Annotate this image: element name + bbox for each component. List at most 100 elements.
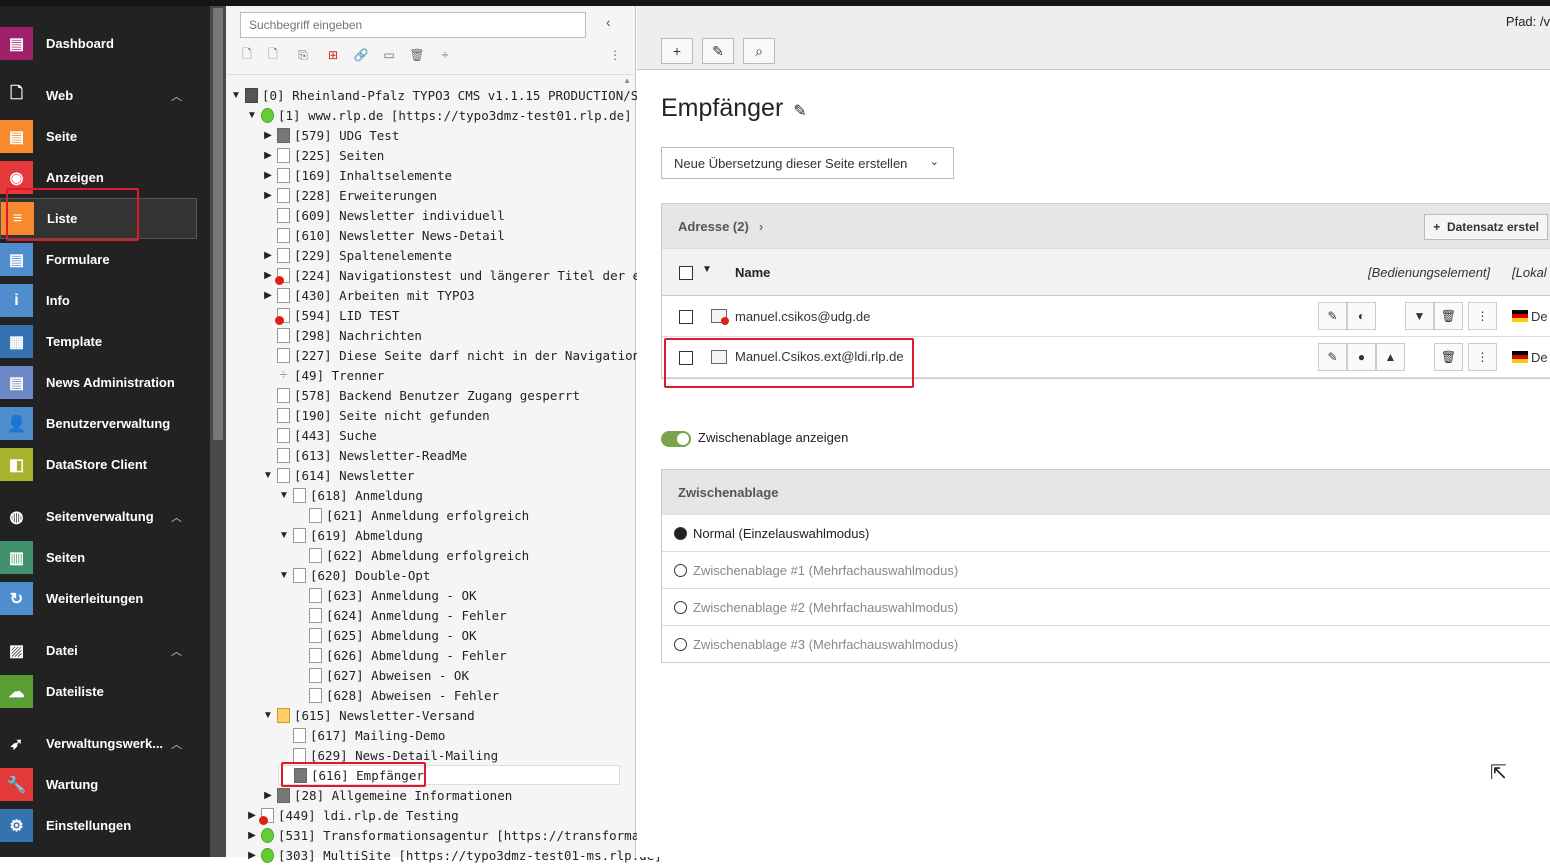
expanded-arrow-icon[interactable]: ▼ <box>262 470 274 481</box>
module-wartung[interactable]: 🔧 Wartung <box>0 764 210 805</box>
tree-node[interactable]: ▼ [620] Double-Opt <box>278 565 430 585</box>
tree-node[interactable]: ▶ [224] Navigationstest und längerer Tite… <box>262 265 693 285</box>
tree-scroll-up-icon[interactable]: ▲ <box>623 76 631 85</box>
toggle-visibility-icon[interactable]: ● <box>1347 343 1376 371</box>
clipboard-option[interactable]: Zwischenablage #2 (Mehrfachauswahlmodus) <box>662 588 1550 625</box>
move-up-icon[interactable]: ▲ <box>1376 343 1405 371</box>
expanded-arrow-icon[interactable]: ▼ <box>278 490 290 501</box>
radio-button[interactable] <box>674 600 687 614</box>
new-page-error-icon[interactable]: ⊞ <box>324 46 342 64</box>
trash-icon[interactable]: 🗑 <box>408 46 426 64</box>
collapsed-arrow-icon[interactable]: ▶ <box>262 270 274 281</box>
translation-select[interactable]: Neue Übersetzung dieser Seite erstellen ⌄ <box>661 147 954 179</box>
new-page-warning-icon[interactable]: 🗋 <box>264 46 282 64</box>
module-verwaltungswerk[interactable]: ➶ Verwaltungswerk... ︿ <box>0 723 210 764</box>
search-button[interactable]: ⌕ <box>743 38 775 64</box>
collapse-tree-icon[interactable]: ‹ <box>606 14 611 30</box>
tree-node[interactable]: ▶ [303] MultiSite [https://typo3dmz-test0… <box>246 845 662 865</box>
module-benutzerverwaltung[interactable]: 👤 Benutzerverwaltung <box>0 403 210 444</box>
pencil-icon[interactable]: ✎ <box>793 103 806 120</box>
radio-button[interactable] <box>674 526 687 540</box>
collapsed-arrow-icon[interactable]: ▶ <box>262 150 274 161</box>
folder-icon[interactable]: ▭ <box>380 46 398 64</box>
tree-search-input[interactable] <box>240 12 586 38</box>
column-name[interactable]: Name <box>735 265 770 280</box>
tree-node[interactable]: ▶ [225] Seiten <box>262 145 384 165</box>
clipboard-toggle[interactable] <box>661 431 691 447</box>
collapsed-arrow-icon[interactable]: ▶ <box>246 810 258 821</box>
module-datei[interactable]: ▨ Datei ︿ <box>0 630 210 671</box>
move-down-icon[interactable]: ▼ <box>1405 302 1434 330</box>
chevron-up-icon[interactable]: ︿ <box>171 509 182 525</box>
module-weiterleitungen[interactable]: ↻ Weiterleitungen <box>0 578 210 619</box>
tree-node[interactable]: ▶ [169] Inhaltselemente <box>262 165 452 185</box>
tree-node[interactable]: ÷ [49] Trenner <box>262 365 384 385</box>
module-news-administration[interactable]: ▤ News Administration <box>0 362 210 403</box>
tree-node[interactable]: ▼ [615] Newsletter-Versand <box>262 705 475 725</box>
add-button[interactable]: + <box>661 38 693 64</box>
module-seite[interactable]: ▤ Seite <box>0 116 210 157</box>
module-template[interactable]: ▦ Template <box>0 321 210 362</box>
clipboard-option[interactable]: Zwischenablage #3 (Mehrfachauswahlmodus) <box>662 625 1550 662</box>
clipboard-option[interactable]: Normal (Einzelauswahlmodus) <box>662 514 1550 551</box>
tree-node[interactable]: [190] Seite nicht gefunden <box>262 405 490 425</box>
collapsed-arrow-icon[interactable]: ▶ <box>246 850 258 861</box>
collapsed-arrow-icon[interactable]: ▶ <box>262 290 274 301</box>
collapsed-arrow-icon[interactable]: ▶ <box>262 170 274 181</box>
module-dateiliste[interactable]: ☁ Dateiliste <box>0 671 210 712</box>
more-actions-icon[interactable]: ⋮ <box>1468 343 1497 371</box>
divider-icon[interactable]: ÷ <box>436 46 454 64</box>
tree-node[interactable]: [626] Abmeldung - Fehler <box>294 645 507 665</box>
tree-node[interactable]: ▼ [0] Rheinland-Pfalz TYPO3 CMS v1.1.15 P… <box>230 85 653 105</box>
tree-node[interactable]: ▼ [614] Newsletter <box>262 465 414 485</box>
tree-node[interactable]: [623] Anmeldung - OK <box>294 585 477 605</box>
scrollbar-thumb[interactable] <box>213 8 223 440</box>
row-name[interactable]: manuel.csikos@udg.de <box>735 309 870 324</box>
more-actions-icon[interactable]: ⋮ <box>1468 302 1497 330</box>
tree-node[interactable]: [610] Newsletter News-Detail <box>262 225 505 245</box>
tree-node[interactable]: [622] Abmeldung erfolgreich <box>294 545 529 565</box>
edit-page-button[interactable]: ✎ <box>702 38 734 64</box>
tree-node[interactable]: [578] Backend Benutzer Zugang gesperrt <box>262 385 580 405</box>
tree-node[interactable]: ▶ [579] UDG Test <box>262 125 399 145</box>
expanded-arrow-icon[interactable]: ▼ <box>246 110 258 121</box>
tree-node[interactable]: [621] Anmeldung erfolgreich <box>294 505 529 525</box>
collapsed-arrow-icon[interactable]: ▶ <box>246 830 258 841</box>
tree-node[interactable]: ▶ [430] Arbeiten mit TYPO3 <box>262 285 475 305</box>
tree-node[interactable]: ▶ [28] Allgemeine Informationen <box>262 785 512 805</box>
tree-node[interactable]: ▼ [1] www.rlp.de [https://typo3dmz-test01… <box>246 105 632 125</box>
collapsed-arrow-icon[interactable]: ▶ <box>262 250 274 261</box>
edit-record-icon[interactable]: ✎ <box>1318 343 1347 371</box>
module-datastore-client[interactable]: ◧ DataStore Client <box>0 444 210 485</box>
new-record-button[interactable]: + Datensatz erstel <box>1424 214 1548 240</box>
clipboard-option[interactable]: Zwischenablage #1 (Mehrfachauswahlmodus) <box>662 551 1550 588</box>
tree-node[interactable]: ▶ [531] Transformationsagentur [https://t… <box>246 825 684 845</box>
new-shortcut-icon[interactable]: ⎘ <box>294 46 312 64</box>
delete-icon[interactable]: 🗑 <box>1434 343 1463 371</box>
radio-button[interactable] <box>674 637 687 651</box>
tree-node[interactable]: [627] Abweisen - OK <box>294 665 469 685</box>
tree-node[interactable]: ▶ [228] Erweiterungen <box>262 185 437 205</box>
tree-node[interactable]: [624] Anmeldung - Fehler <box>294 605 507 625</box>
module-web[interactable]: 🗋 Web ︿ <box>0 75 210 116</box>
chevron-up-icon[interactable]: ︿ <box>171 643 182 659</box>
tree-node[interactable]: [609] Newsletter individuell <box>262 205 505 225</box>
collapsed-arrow-icon[interactable]: ▶ <box>262 790 274 801</box>
tree-node[interactable]: [613] Newsletter-ReadMe <box>262 445 467 465</box>
tree-node[interactable]: [628] Abweisen - Fehler <box>294 685 499 705</box>
radio-button[interactable] <box>674 563 687 577</box>
table-row[interactable]: manuel.csikos@udg.de ✎ ◐ ▼ 🗑 ⋮ De <box>662 296 1550 337</box>
expanded-arrow-icon[interactable]: ▼ <box>262 710 274 721</box>
link-icon[interactable]: 🔗 <box>352 46 370 64</box>
tree-node[interactable]: ▶ [229] Spaltenelemente <box>262 245 452 265</box>
expanded-arrow-icon[interactable]: ▼ <box>278 570 290 581</box>
select-menu-icon[interactable]: ▼ <box>702 264 712 275</box>
module-dashboard[interactable]: ▤ Dashboard <box>0 23 210 64</box>
tree-node[interactable]: [594] LID TEST <box>262 305 399 325</box>
module-menu-scrollbar[interactable] <box>210 6 226 857</box>
select-all-checkbox[interactable] <box>679 266 693 280</box>
tree-node[interactable]: [227] Diese Seite darf nicht in der Navi… <box>262 345 693 365</box>
tree-node[interactable]: ▼ [618] Anmeldung <box>278 485 423 505</box>
collapsed-arrow-icon[interactable]: ▶ <box>262 190 274 201</box>
chevron-up-icon[interactable]: ︿ <box>171 736 182 752</box>
